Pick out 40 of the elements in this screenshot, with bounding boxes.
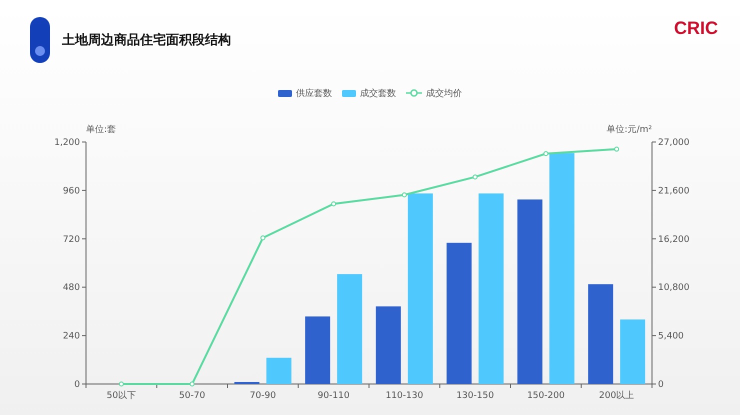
tick-label: 110-130 <box>386 391 424 400</box>
tick-label: 27,000 <box>658 138 690 148</box>
tick-label: 50以下 <box>106 391 136 400</box>
logo: CRIC <box>674 18 718 39</box>
bar <box>266 358 292 384</box>
tick-label: 0 <box>74 380 80 390</box>
data-point <box>260 235 266 240</box>
tick-label: 70-90 <box>250 391 276 400</box>
tick-label: 16,200 <box>658 234 690 245</box>
tick-label: 10,800 <box>658 283 690 294</box>
legend-item[interactable]: 成交均价 <box>406 86 462 100</box>
page-title: 土地周边商品住宅面积段结构 <box>62 32 232 49</box>
data-point <box>402 192 407 198</box>
data-point <box>543 151 548 156</box>
legend-item[interactable]: 供应套数 <box>278 86 332 100</box>
legend-item[interactable]: 成交套数 <box>342 86 396 100</box>
tick-label: 150-200 <box>527 391 565 400</box>
tick-label: 720 <box>62 234 80 245</box>
tick-label: 0 <box>658 380 664 390</box>
axis-label: 单位:套 <box>86 125 116 135</box>
tick-label: 21,600 <box>658 186 690 196</box>
bar <box>620 319 646 384</box>
badge-icon <box>30 17 50 63</box>
tick-label: 130-150 <box>456 391 494 400</box>
bar <box>305 316 330 384</box>
axis-label: 单位:元/m² <box>606 125 652 135</box>
tick-label: 50-70 <box>179 391 206 400</box>
tick-label: 480 <box>62 283 80 294</box>
data-point <box>331 201 336 206</box>
data-point <box>118 382 124 386</box>
tick-label: 240 <box>62 332 80 342</box>
data-point <box>614 146 620 152</box>
tick-label: 1,200 <box>54 138 80 148</box>
bar <box>234 382 260 384</box>
data-point <box>472 174 478 180</box>
tick-label: 90-110 <box>318 391 350 400</box>
tick-label: 5,400 <box>658 332 684 342</box>
tick-label: 200以上 <box>599 391 634 400</box>
tick-label: 960 <box>62 186 80 196</box>
data-point <box>190 382 195 386</box>
